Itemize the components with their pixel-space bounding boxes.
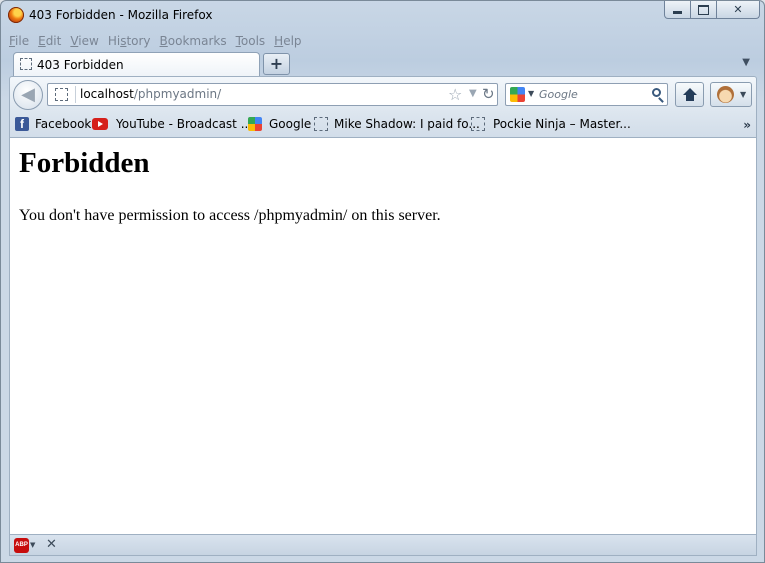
search-input[interactable]: Google xyxy=(539,88,578,101)
menu-help[interactable]: Help xyxy=(274,32,301,50)
blank-page-icon xyxy=(314,117,328,131)
home-icon xyxy=(683,88,697,101)
window-controls: ✕ xyxy=(664,1,760,20)
minimize-icon xyxy=(673,11,682,14)
bookmarks-overflow-chevron-icon[interactable]: » xyxy=(743,118,751,132)
addon-dropdown-icon[interactable]: ▼ xyxy=(740,90,746,99)
bookmark-label: Facebook xyxy=(35,117,92,131)
bookmark-label: Google xyxy=(269,117,312,131)
blank-page-icon xyxy=(471,117,485,131)
close-addon-bar-icon[interactable]: ✕ xyxy=(46,537,57,552)
reload-icon[interactable]: ↻ xyxy=(482,85,495,103)
addon-bar: ABP ▼ ✕ xyxy=(9,534,757,556)
bookmark-star-icon[interactable]: ☆ xyxy=(448,85,462,104)
new-tab-button[interactable]: + xyxy=(263,53,290,75)
youtube-icon xyxy=(92,118,108,130)
url-text[interactable]: localhost/phpmyadmin/ xyxy=(80,87,221,101)
menu-file[interactable]: File xyxy=(9,32,29,50)
url-host: localhost xyxy=(80,87,134,101)
title-bar[interactable]: 403 Forbidden - Mozilla Firefox ✕ xyxy=(1,1,764,29)
url-path: /phpmyadmin/ xyxy=(133,87,222,101)
menu-view[interactable]: View xyxy=(70,32,98,50)
adblock-plus-icon[interactable]: ABP xyxy=(14,538,29,553)
tab-bar: 403 Forbidden + ▼ xyxy=(1,51,764,77)
error-message: You don't have permission to access /php… xyxy=(19,207,441,224)
addon-button[interactable]: ▼ xyxy=(710,82,752,107)
back-button[interactable]: ◀ xyxy=(13,80,43,110)
minimize-button[interactable] xyxy=(664,1,691,19)
menu-bookmarks[interactable]: Bookmarks xyxy=(160,32,227,50)
url-separator xyxy=(75,86,76,103)
google-engine-icon[interactable] xyxy=(510,87,525,102)
bookmarks-toolbar: f Facebook YouTube - Broadcast ... Googl… xyxy=(9,112,757,138)
tab-403-forbidden[interactable]: 403 Forbidden xyxy=(13,52,260,77)
menu-bar: File Edit View History Bookmarks Tools H… xyxy=(9,32,311,50)
maximize-button[interactable] xyxy=(690,1,717,19)
monkey-icon xyxy=(717,86,734,103)
maximize-icon xyxy=(698,4,709,15)
menu-history[interactable]: History xyxy=(108,32,151,50)
bookmark-label: Pockie Ninja – Master... xyxy=(493,117,631,131)
search-icon[interactable] xyxy=(652,88,661,97)
search-bar[interactable]: ▼ Google xyxy=(505,83,668,106)
facebook-icon: f xyxy=(15,117,29,131)
firefox-window: 403 Forbidden - Mozilla Firefox ✕ File E… xyxy=(0,0,765,563)
url-bar[interactable]: localhost/phpmyadmin/ ☆ ▼ ↻ xyxy=(47,83,498,106)
firefox-icon[interactable] xyxy=(8,7,24,23)
site-identity-icon[interactable] xyxy=(55,88,68,101)
tab-label: 403 Forbidden xyxy=(37,58,124,72)
adblock-dropdown-icon[interactable]: ▼ xyxy=(30,541,35,549)
default-page-icon xyxy=(20,58,32,70)
menu-edit[interactable]: Edit xyxy=(38,32,61,50)
bookmark-label: YouTube - Broadcast ... xyxy=(116,117,253,131)
list-all-tabs-button[interactable]: ▼ xyxy=(742,57,750,68)
page-heading: Forbidden xyxy=(19,147,150,179)
engine-dropdown-icon[interactable]: ▼ xyxy=(528,89,534,98)
window-title: 403 Forbidden - Mozilla Firefox xyxy=(29,8,213,22)
close-button[interactable]: ✕ xyxy=(716,1,760,19)
close-icon: ✕ xyxy=(733,3,743,16)
bookmark-label: Mike Shadow: I paid fo... xyxy=(334,117,480,131)
back-arrow-icon: ◀ xyxy=(21,84,35,105)
menu-tools[interactable]: Tools xyxy=(236,32,266,50)
google-icon xyxy=(248,117,262,131)
page-content: Forbidden You don't have permission to a… xyxy=(9,138,757,534)
history-dropmarker-icon[interactable]: ▼ xyxy=(469,88,477,99)
navigation-toolbar: ◀ localhost/phpmyadmin/ ☆ ▼ ↻ ▼ Google ▼ xyxy=(9,76,757,112)
home-button[interactable] xyxy=(675,82,704,107)
